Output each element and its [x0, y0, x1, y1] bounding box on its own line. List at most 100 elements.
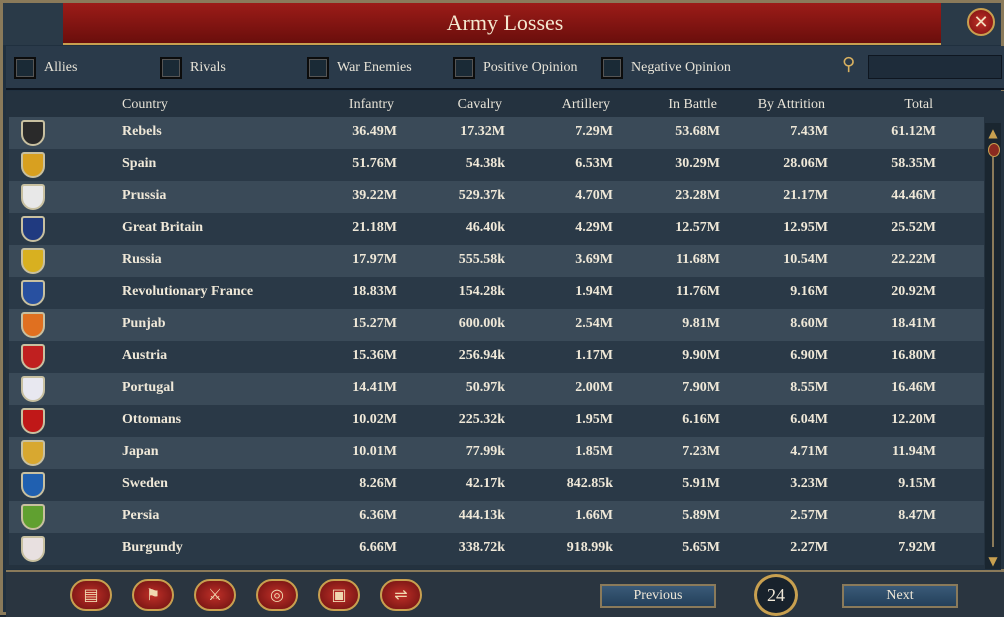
country-flag-icon[interactable]: [21, 472, 45, 498]
crossed-swords-button[interactable]: ⚔: [194, 579, 236, 611]
total-cell: 11.94M: [892, 444, 936, 459]
country-flag-icon[interactable]: [21, 152, 45, 178]
army-losses-window: Army Losses ✕ Allies Rivals War Enemies …: [0, 0, 1004, 617]
country-flag-icon[interactable]: [21, 344, 45, 370]
table-row[interactable]: Sweden 8.26M 42.17k 842.85k 5.91M 3.23M 9.15M: [9, 469, 984, 501]
previous-button[interactable]: Previous: [600, 584, 716, 608]
country-flag-icon[interactable]: [21, 184, 45, 210]
filter-war-enemies[interactable]: War Enemies: [307, 56, 412, 80]
cavalry-cell: 225.32k: [458, 412, 505, 427]
table-row[interactable]: Portugal 14.41M 50.97k 2.00M 7.90M 8.55M 16.46…: [9, 373, 984, 405]
column-header-by-attrition[interactable]: By Attrition: [725, 97, 825, 113]
table-row[interactable]: Punjab 15.27M 600.00k 2.54M 9.81M 8.60M 18.41M: [9, 309, 984, 341]
filter-label: Rivals: [190, 60, 226, 75]
country-flag-icon[interactable]: [21, 504, 45, 530]
in-battle-cell: 9.81M: [682, 316, 720, 331]
column-header-infantry[interactable]: Infantry: [294, 97, 394, 113]
by-attrition-cell: 8.55M: [790, 380, 828, 395]
search-icon[interactable]: ⚲: [842, 56, 860, 74]
country-name: Persia: [122, 508, 160, 523]
flag-button[interactable]: ⚑: [132, 579, 174, 611]
table-row[interactable]: Japan 10.01M 77.99k 1.85M 7.23M 4.71M 11.94M: [9, 437, 984, 469]
table-row[interactable]: Ottomans 10.02M 225.32k 1.95M 6.16M 6.04M 12.2…: [9, 405, 984, 437]
infantry-cell: 18.83M: [352, 284, 397, 299]
scroll-track: [992, 157, 994, 547]
cavalry-cell: 17.32M: [460, 124, 505, 139]
filter-negative-opinion[interactable]: Negative Opinion: [601, 56, 731, 80]
infantry-cell: 8.26M: [359, 476, 397, 491]
country-flag-icon[interactable]: [21, 120, 45, 146]
country-flag-icon[interactable]: [21, 280, 45, 306]
scrollbar[interactable]: ▲ ▼: [985, 123, 1001, 569]
positive-opinion-checkbox[interactable]: [453, 57, 475, 79]
by-attrition-cell: 12.95M: [783, 220, 828, 235]
table-row[interactable]: Prussia 39.22M 529.37k 4.70M 23.28M 21.17M 44.…: [9, 181, 984, 213]
column-header-cavalry[interactable]: Cavalry: [402, 97, 502, 113]
handshake-button[interactable]: ⇌: [380, 579, 422, 611]
country-flag-icon[interactable]: [21, 536, 45, 562]
infantry-cell: 15.27M: [352, 316, 397, 331]
rivals-checkbox[interactable]: [160, 57, 182, 79]
scroll-thumb[interactable]: [988, 143, 1000, 157]
in-battle-cell: 6.16M: [682, 412, 720, 427]
table-row[interactable]: Rebels 36.49M 17.32M 7.29M 53.68M 7.43M 61.12M: [9, 117, 984, 149]
handshake-icon: ⇌: [394, 585, 408, 604]
table-row[interactable]: Great Britain 21.18M 46.40k 4.29M 12.57M 12.9…: [9, 213, 984, 245]
column-header-in-battle[interactable]: In Battle: [617, 97, 717, 113]
in-battle-cell: 23.28M: [675, 188, 720, 203]
country-flag-icon[interactable]: [21, 376, 45, 402]
country-flag-icon[interactable]: [21, 408, 45, 434]
artillery-cell: 2.54M: [575, 316, 613, 331]
column-header-artillery[interactable]: Artillery: [510, 97, 610, 113]
total-cell: 8.47M: [898, 508, 936, 523]
total-cell: 16.80M: [891, 348, 936, 363]
country-flag-icon[interactable]: [21, 440, 45, 466]
allies-checkbox[interactable]: [14, 57, 36, 79]
country-flag-icon[interactable]: [21, 216, 45, 242]
title-corner-right: ✕: [941, 3, 1001, 45]
by-attrition-cell: 6.90M: [790, 348, 828, 363]
trade-crate-button[interactable]: ▣: [318, 579, 360, 611]
negative-opinion-checkbox[interactable]: [601, 57, 623, 79]
scroll-down-icon[interactable]: ▼: [985, 553, 1001, 569]
coins-icon: ◎: [270, 585, 284, 604]
table-row[interactable]: Persia 6.36M 444.13k 1.66M 5.89M 2.57M 8.47M: [9, 501, 984, 533]
in-battle-cell: 30.29M: [675, 156, 720, 171]
country-flag-icon[interactable]: [21, 312, 45, 338]
country-name: Burgundy: [122, 540, 183, 555]
cavalry-cell: 600.00k: [458, 316, 505, 331]
artillery-cell: 7.29M: [575, 124, 613, 139]
by-attrition-cell: 2.27M: [790, 540, 828, 555]
table-row[interactable]: Burgundy 6.66M 338.72k 918.99k 5.65M 2.27M 7.9…: [9, 533, 984, 565]
coins-button[interactable]: ◎: [256, 579, 298, 611]
war-enemies-checkbox[interactable]: [307, 57, 329, 79]
title-corner-left: [3, 3, 63, 45]
country-name: Spain: [122, 156, 157, 171]
infantry-cell: 10.01M: [352, 444, 397, 459]
column-header-country[interactable]: Country: [122, 97, 168, 113]
search-input[interactable]: [868, 55, 1002, 79]
filter-positive-opinion[interactable]: Positive Opinion: [453, 56, 578, 80]
country-name: Austria: [122, 348, 168, 363]
table-row[interactable]: Austria 15.36M 256.94k 1.17M 9.90M 6.90M 16.80…: [9, 341, 984, 373]
table-row[interactable]: Russia 17.97M 555.58k 3.69M 11.68M 10.54M 22.2…: [9, 245, 984, 277]
ledger-button[interactable]: ▤: [70, 579, 112, 611]
artillery-cell: 4.29M: [575, 220, 613, 235]
by-attrition-cell: 7.43M: [790, 124, 828, 139]
country-name: Prussia: [122, 188, 167, 203]
column-header-total[interactable]: Total: [833, 97, 933, 113]
infantry-cell: 39.22M: [352, 188, 397, 203]
close-button[interactable]: ✕: [967, 8, 995, 36]
page-number: 24: [754, 574, 798, 616]
cavalry-cell: 529.37k: [458, 188, 505, 203]
filter-allies[interactable]: Allies: [14, 56, 77, 80]
cavalry-cell: 154.28k: [458, 284, 505, 299]
filter-rivals[interactable]: Rivals: [160, 56, 226, 80]
country-flag-icon[interactable]: [21, 248, 45, 274]
table-row[interactable]: Spain 51.76M 54.38k 6.53M 30.29M 28.06M 58.35M: [9, 149, 984, 181]
total-cell: 20.92M: [891, 284, 936, 299]
scroll-up-icon[interactable]: ▲: [985, 125, 1001, 141]
table-row[interactable]: Revolutionary France 18.83M 154.28k 1.94M 11…: [9, 277, 984, 309]
next-button[interactable]: Next: [842, 584, 958, 608]
infantry-cell: 14.41M: [352, 380, 397, 395]
